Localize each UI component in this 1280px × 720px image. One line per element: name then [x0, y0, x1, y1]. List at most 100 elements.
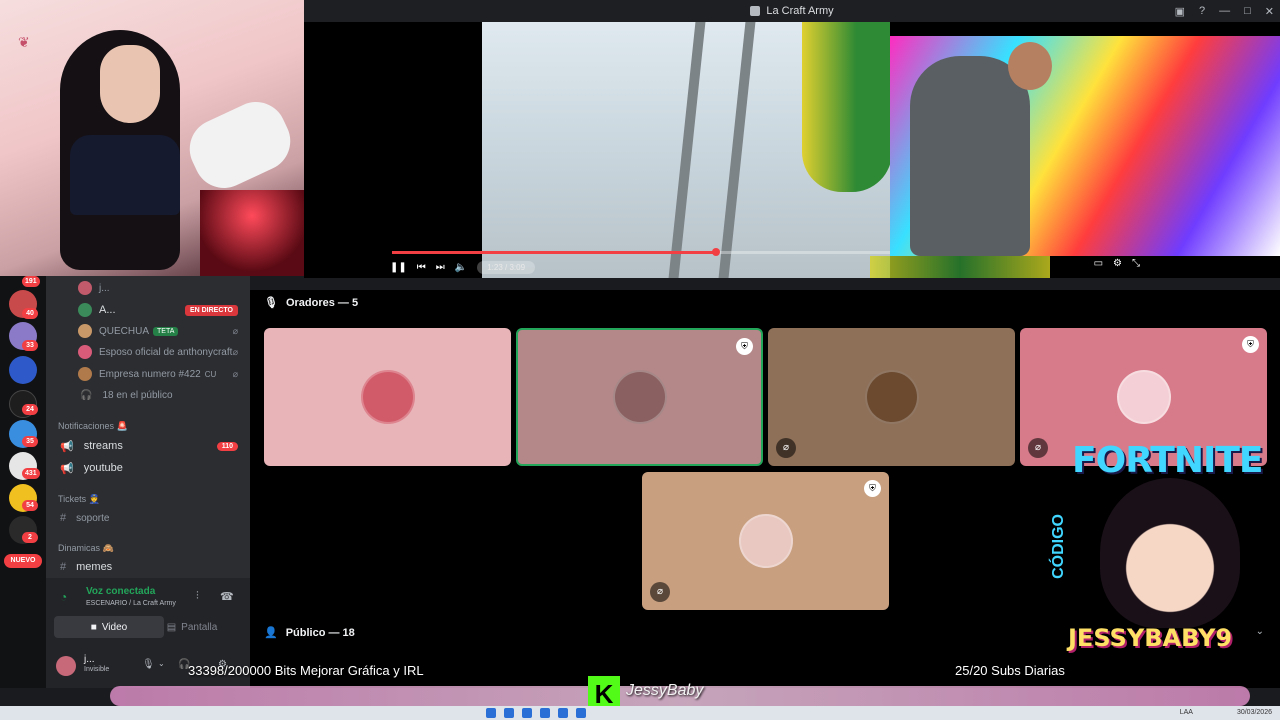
channel-label: streams [83, 440, 123, 452]
category-notifications[interactable]: Notificaciones 🚨 [46, 416, 250, 436]
channel-memes[interactable]: # memes [46, 557, 250, 577]
windows-start-icon[interactable] [486, 708, 496, 718]
avatar [78, 303, 92, 317]
muted-mic-icon: ⌀ [650, 582, 670, 602]
search-icon[interactable] [504, 708, 514, 718]
game-title: FORTNITE [1072, 440, 1264, 481]
pip-icon[interactable]: ▭ [1094, 258, 1103, 269]
speaker-tile[interactable]: ⛨ [516, 328, 763, 466]
muted-mic-icon: ⌀ [232, 346, 238, 357]
butterfly-decoration-icon: ❦ [18, 34, 30, 50]
red-light-shape [200, 190, 304, 276]
discord-icon[interactable] [558, 708, 568, 718]
voice-status: Voz conectada [86, 586, 156, 597]
member-row[interactable]: Empresa numero #422 CU ⌀ [46, 364, 250, 384]
member-row[interactable]: QUECHUA TETA ⌀ [46, 321, 250, 341]
public-count-row[interactable]: 🎧 18 en el público [46, 385, 250, 405]
video-progress-knob[interactable] [711, 248, 720, 256]
disconnect-icon[interactable]: ☎ [220, 590, 234, 603]
voice-location[interactable]: ESCENARIO / La Craft Army [86, 600, 176, 607]
channel-streams[interactable]: 📢 streams 110 [46, 436, 250, 456]
member-tag: TETA [153, 326, 179, 336]
signal-icon: ◔ [60, 590, 68, 604]
member-name: A... [99, 304, 116, 316]
channel-sidebar: j... A... EN DIRECTO QUECHUA TETA ⌀ Espo… [46, 276, 250, 688]
moderator-icon: ⛨ [864, 480, 881, 497]
player-right-controls: ▭ ⚙ ⤡ [1094, 258, 1140, 269]
member-row[interactable]: A... EN DIRECTO [46, 300, 250, 320]
stream-canvas: ❦ La Craft Army ▣ ? — □ ✕ ❚❚ ⏮ ⏭ 🔈 1:23 … [0, 0, 1280, 720]
channel-label: memes [76, 561, 113, 573]
facecam-person-shape [910, 56, 1030, 256]
rail-badge: 54 [22, 500, 38, 511]
pause-icon[interactable]: ❚❚ [390, 262, 407, 273]
close-button[interactable]: ✕ [1265, 5, 1274, 18]
microphone-shape [179, 92, 301, 198]
audience-header: 👤 Público — 18 [264, 626, 355, 640]
previous-icon[interactable]: ⏮ [417, 262, 426, 273]
audience-label: Público — 18 [285, 626, 355, 639]
settings-icon[interactable]: ⚙ [1113, 258, 1122, 269]
rail-badge: 33 [22, 340, 38, 351]
subs-goal: 25/20 Subs Diarias [955, 662, 1065, 678]
screen-button-label: Pantalla [181, 621, 218, 633]
member-name: QUECHUA [99, 325, 150, 337]
member-row[interactable]: Esposo oficial de anthonycraft ⌀ [46, 342, 250, 362]
steam-icon[interactable] [576, 708, 586, 718]
voice-connection-panel: ◔ Voz conectada ESCENARIO / La Craft Arm… [46, 578, 250, 648]
channel-youtube[interactable]: 📢 youtube [46, 458, 250, 478]
new-badge[interactable]: NUEVO [4, 554, 42, 568]
chibi-character [1100, 478, 1240, 628]
speaker-tile[interactable]: ⛨ ⌀ [642, 472, 889, 610]
category-label: Dinamicas 🙈 [58, 542, 114, 553]
speakers-header: 🎙 Oradores — 5 [264, 296, 359, 310]
video-button-label: Video [101, 621, 128, 633]
speakers-label: Oradores — 5 [285, 296, 359, 309]
bits-goal: 33398/200000 Bits Mejorar Gráfica y IRL [188, 662, 424, 678]
screen-share-button[interactable]: ▤ Pantalla [144, 616, 240, 638]
maximize-button[interactable]: □ [1244, 5, 1251, 17]
microphone-icon: 🎙 [264, 297, 278, 309]
person-icon: 👤 [264, 627, 278, 639]
minimize-button[interactable]: — [1219, 5, 1230, 17]
muted-mic-icon: ⌀ [232, 325, 238, 336]
video-progress-bar[interactable] [392, 248, 890, 256]
rail-badge: 191 [22, 276, 40, 287]
speaker-tile[interactable] [264, 328, 511, 466]
stream-video-area[interactable]: ❚❚ ⏮ ⏭ 🔈 1:23 / 3:09 ▭ ⚙ ⤡ [304, 22, 1280, 278]
fullscreen-icon[interactable]: ⤡ [1132, 258, 1140, 269]
language-indicator[interactable]: LAA [1180, 709, 1193, 716]
rail-badge: 24 [22, 404, 38, 415]
next-icon[interactable]: ⏭ [436, 262, 445, 273]
headphones-icon: 🎧 [80, 389, 93, 401]
announcement-icon: 📢 [60, 462, 74, 475]
video-progress-fill [392, 251, 716, 254]
category-label: Tickets 👮 [58, 493, 100, 504]
avatar [78, 345, 92, 359]
server-icon[interactable] [9, 356, 37, 384]
fortnite-overlay: FORTNITE CÓDIGO JESSYBABY9 [1050, 440, 1264, 660]
streamer-webcam: ❦ [0, 0, 304, 276]
facecam-head-shape [1008, 42, 1052, 90]
system-tray: LAA 30/03/2026 [1180, 709, 1272, 716]
clock-date[interactable]: 30/03/2026 [1237, 709, 1272, 716]
noise-suppression-icon[interactable]: ⫶ [196, 590, 199, 603]
member-tag: CU [204, 369, 217, 379]
avatar [78, 281, 92, 295]
speaker-tile[interactable]: ⌀ [768, 328, 1015, 466]
screen-share-icon: ▤ [166, 621, 177, 633]
rail-badge: 2 [22, 532, 38, 543]
member-row[interactable]: j... [46, 278, 250, 298]
browser-icon[interactable] [522, 708, 532, 718]
avatar [78, 324, 92, 338]
folder-icon[interactable] [540, 708, 550, 718]
category-tickets[interactable]: Tickets 👮 [46, 489, 250, 509]
volume-icon[interactable]: 🔈 [455, 262, 467, 273]
muted-mic-icon: ⌀ [1028, 438, 1048, 458]
taskbar-apps [486, 708, 586, 718]
window-controls: ▣ ? — □ ✕ [1175, 0, 1274, 22]
category-dynamics[interactable]: Dinamicas 🙈 [46, 538, 250, 558]
inbox-icon[interactable]: ▣ [1175, 5, 1185, 18]
channel-soporte[interactable]: # soporte [46, 508, 250, 528]
help-icon[interactable]: ? [1199, 5, 1205, 17]
